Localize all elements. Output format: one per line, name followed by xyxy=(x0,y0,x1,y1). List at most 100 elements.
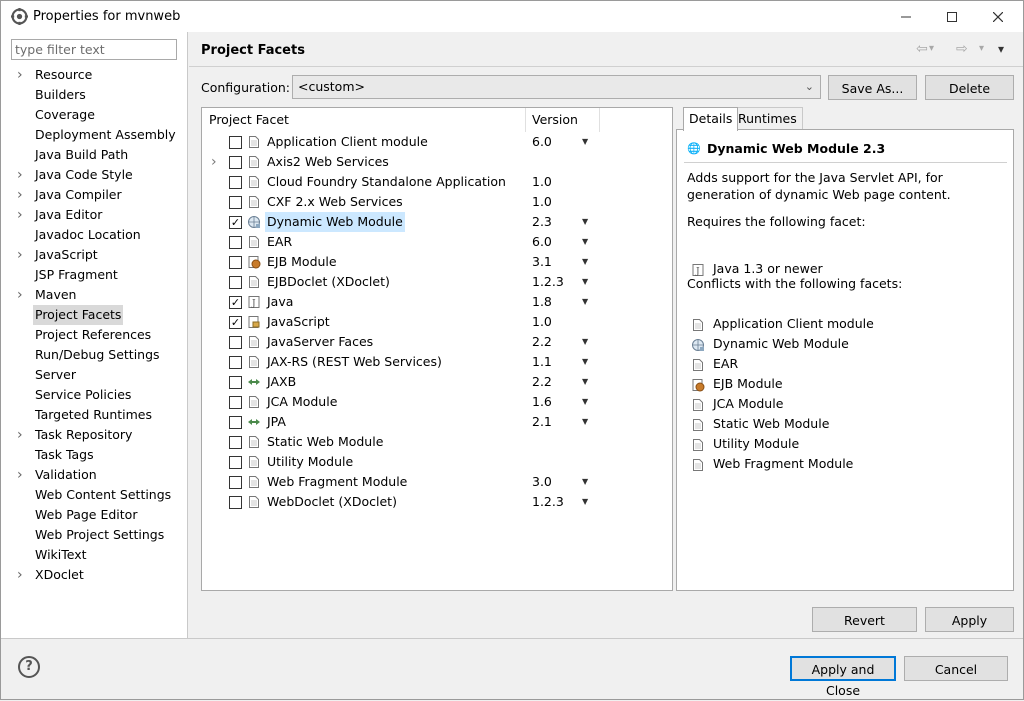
column-header-version[interactable]: Version xyxy=(532,108,578,132)
chevron-right-icon[interactable]: › xyxy=(17,425,27,445)
version-dropdown-icon[interactable]: ▼ xyxy=(582,252,588,272)
facet-version[interactable]: 1.1 xyxy=(532,352,552,372)
nav-item[interactable]: › XDoclet xyxy=(1,565,187,585)
nav-item[interactable]: › Validation xyxy=(1,465,187,485)
facet-row[interactable]: ✓ Dynamic Web Module 2.3 ▼ xyxy=(202,212,672,232)
nav-item[interactable]: Java Build Path xyxy=(1,145,187,165)
nav-item[interactable]: Service Policies xyxy=(1,385,187,405)
chevron-right-icon[interactable]: › xyxy=(17,245,27,265)
facet-row[interactable]: EAR 6.0 ▼ xyxy=(202,232,672,252)
version-dropdown-icon[interactable]: ▼ xyxy=(582,372,588,392)
version-dropdown-icon[interactable]: ▼ xyxy=(582,492,588,512)
facet-checkbox[interactable] xyxy=(229,196,242,209)
filter-input[interactable] xyxy=(11,39,177,60)
view-menu-icon[interactable]: ▾ xyxy=(998,42,1004,56)
help-icon[interactable]: ? xyxy=(18,656,40,678)
minimize-button[interactable] xyxy=(883,1,929,32)
facet-checkbox[interactable] xyxy=(229,236,242,249)
facet-version[interactable]: 1.6 xyxy=(532,392,552,412)
nav-item[interactable]: Web Project Settings xyxy=(1,525,187,545)
facet-version[interactable]: 2.2 xyxy=(532,332,552,352)
facet-version[interactable]: 6.0 xyxy=(532,132,552,152)
facet-row[interactable]: JavaServer Faces 2.2 ▼ xyxy=(202,332,672,352)
facet-checkbox[interactable] xyxy=(229,336,242,349)
facet-row[interactable]: Web Fragment Module 3.0 ▼ xyxy=(202,472,672,492)
facet-row[interactable]: CXF 2.x Web Services 1.0 xyxy=(202,192,672,212)
nav-item[interactable]: Builders xyxy=(1,85,187,105)
version-dropdown-icon[interactable]: ▼ xyxy=(582,292,588,312)
cancel-button[interactable]: Cancel xyxy=(904,656,1008,681)
facet-row[interactable]: EJBDoclet (XDoclet) 1.2.3 ▼ xyxy=(202,272,672,292)
facet-checkbox[interactable] xyxy=(229,136,242,149)
apply-and-close-button[interactable]: Apply and Close xyxy=(790,656,896,698)
version-dropdown-icon[interactable]: ▼ xyxy=(582,392,588,412)
nav-item[interactable]: Javadoc Location xyxy=(1,225,187,245)
nav-item[interactable]: Run/Debug Settings xyxy=(1,345,187,365)
nav-item[interactable]: › Java Compiler xyxy=(1,185,187,205)
back-arrow-icon[interactable]: ⇦ xyxy=(916,41,928,57)
maximize-button[interactable] xyxy=(929,1,975,32)
configuration-select[interactable]: <custom> ⌄ xyxy=(292,75,821,99)
version-dropdown-icon[interactable]: ▼ xyxy=(582,472,588,492)
version-dropdown-icon[interactable]: ▼ xyxy=(582,272,588,292)
facet-checkbox[interactable] xyxy=(229,396,242,409)
facet-version[interactable]: 2.2 xyxy=(532,372,552,392)
forward-history-chevron-icon[interactable]: ▾ xyxy=(979,43,984,54)
nav-item[interactable]: › Task Repository xyxy=(1,425,187,445)
chevron-right-icon[interactable]: › xyxy=(17,565,27,585)
nav-item[interactable]: › JavaScript xyxy=(1,245,187,265)
facet-version[interactable]: 1.2.3 xyxy=(532,492,564,512)
apply-button[interactable]: Apply xyxy=(925,607,1014,632)
version-dropdown-icon[interactable]: ▼ xyxy=(582,332,588,352)
facet-row[interactable]: ✓ J Java 1.8 ▼ xyxy=(202,292,672,312)
facet-row[interactable]: WebDoclet (XDoclet) 1.2.3 ▼ xyxy=(202,492,672,512)
facet-checkbox[interactable]: ✓ xyxy=(229,296,242,309)
back-history-chevron-icon[interactable]: ▾ xyxy=(929,43,934,54)
facet-checkbox[interactable]: ✓ xyxy=(229,316,242,329)
close-button[interactable] xyxy=(975,1,1021,32)
column-header-facet[interactable]: Project Facet xyxy=(209,108,289,132)
version-dropdown-icon[interactable]: ▼ xyxy=(582,412,588,432)
facet-checkbox[interactable] xyxy=(229,436,242,449)
chevron-right-icon[interactable]: › xyxy=(17,65,27,85)
facet-checkbox[interactable] xyxy=(229,176,242,189)
facet-version[interactable]: 1.0 xyxy=(532,192,552,212)
facet-checkbox[interactable] xyxy=(229,456,242,469)
facet-version[interactable]: 1.8 xyxy=(532,292,552,312)
facet-version[interactable]: 6.0 xyxy=(532,232,552,252)
version-dropdown-icon[interactable]: ▼ xyxy=(582,232,588,252)
facet-row[interactable]: JPA 2.1 ▼ xyxy=(202,412,672,432)
chevron-right-icon[interactable]: › xyxy=(17,465,27,485)
nav-item[interactable]: Project Facets xyxy=(1,305,187,325)
tab-runtimes[interactable]: Runtimes xyxy=(732,107,803,129)
nav-item[interactable]: Task Tags xyxy=(1,445,187,465)
facet-checkbox[interactable]: ✓ xyxy=(229,216,242,229)
nav-item[interactable]: › Maven xyxy=(1,285,187,305)
facet-version[interactable]: 3.0 xyxy=(532,472,552,492)
facet-row[interactable]: Static Web Module xyxy=(202,432,672,452)
chevron-right-icon[interactable]: › xyxy=(17,185,27,205)
facet-row[interactable]: Application Client module 6.0 ▼ xyxy=(202,132,672,152)
nav-item[interactable]: Targeted Runtimes xyxy=(1,405,187,425)
tab-details[interactable]: Details xyxy=(683,107,739,131)
facet-checkbox[interactable] xyxy=(229,356,242,369)
facet-checkbox[interactable] xyxy=(229,376,242,389)
facet-checkbox[interactable] xyxy=(229,156,242,169)
delete-button[interactable]: Delete xyxy=(925,75,1014,100)
nav-item[interactable]: Deployment Assembly xyxy=(1,125,187,145)
facet-row[interactable]: JAX-RS (REST Web Services) 1.1 ▼ xyxy=(202,352,672,372)
facet-checkbox[interactable] xyxy=(229,256,242,269)
version-dropdown-icon[interactable]: ▼ xyxy=(582,212,588,232)
revert-button[interactable]: Revert xyxy=(812,607,917,632)
nav-item[interactable]: WikiText xyxy=(1,545,187,565)
chevron-right-icon[interactable]: › xyxy=(211,152,217,172)
facet-version[interactable]: 1.0 xyxy=(532,312,552,332)
version-dropdown-icon[interactable]: ▼ xyxy=(582,352,588,372)
nav-item[interactable]: JSP Fragment xyxy=(1,265,187,285)
nav-item[interactable]: › Java Code Style xyxy=(1,165,187,185)
forward-arrow-icon[interactable]: ⇨ xyxy=(956,41,968,57)
facet-checkbox[interactable] xyxy=(229,416,242,429)
facet-row[interactable]: › Axis2 Web Services xyxy=(202,152,672,172)
save-as-button[interactable]: Save As... xyxy=(828,75,917,100)
facet-version[interactable]: 2.1 xyxy=(532,412,552,432)
